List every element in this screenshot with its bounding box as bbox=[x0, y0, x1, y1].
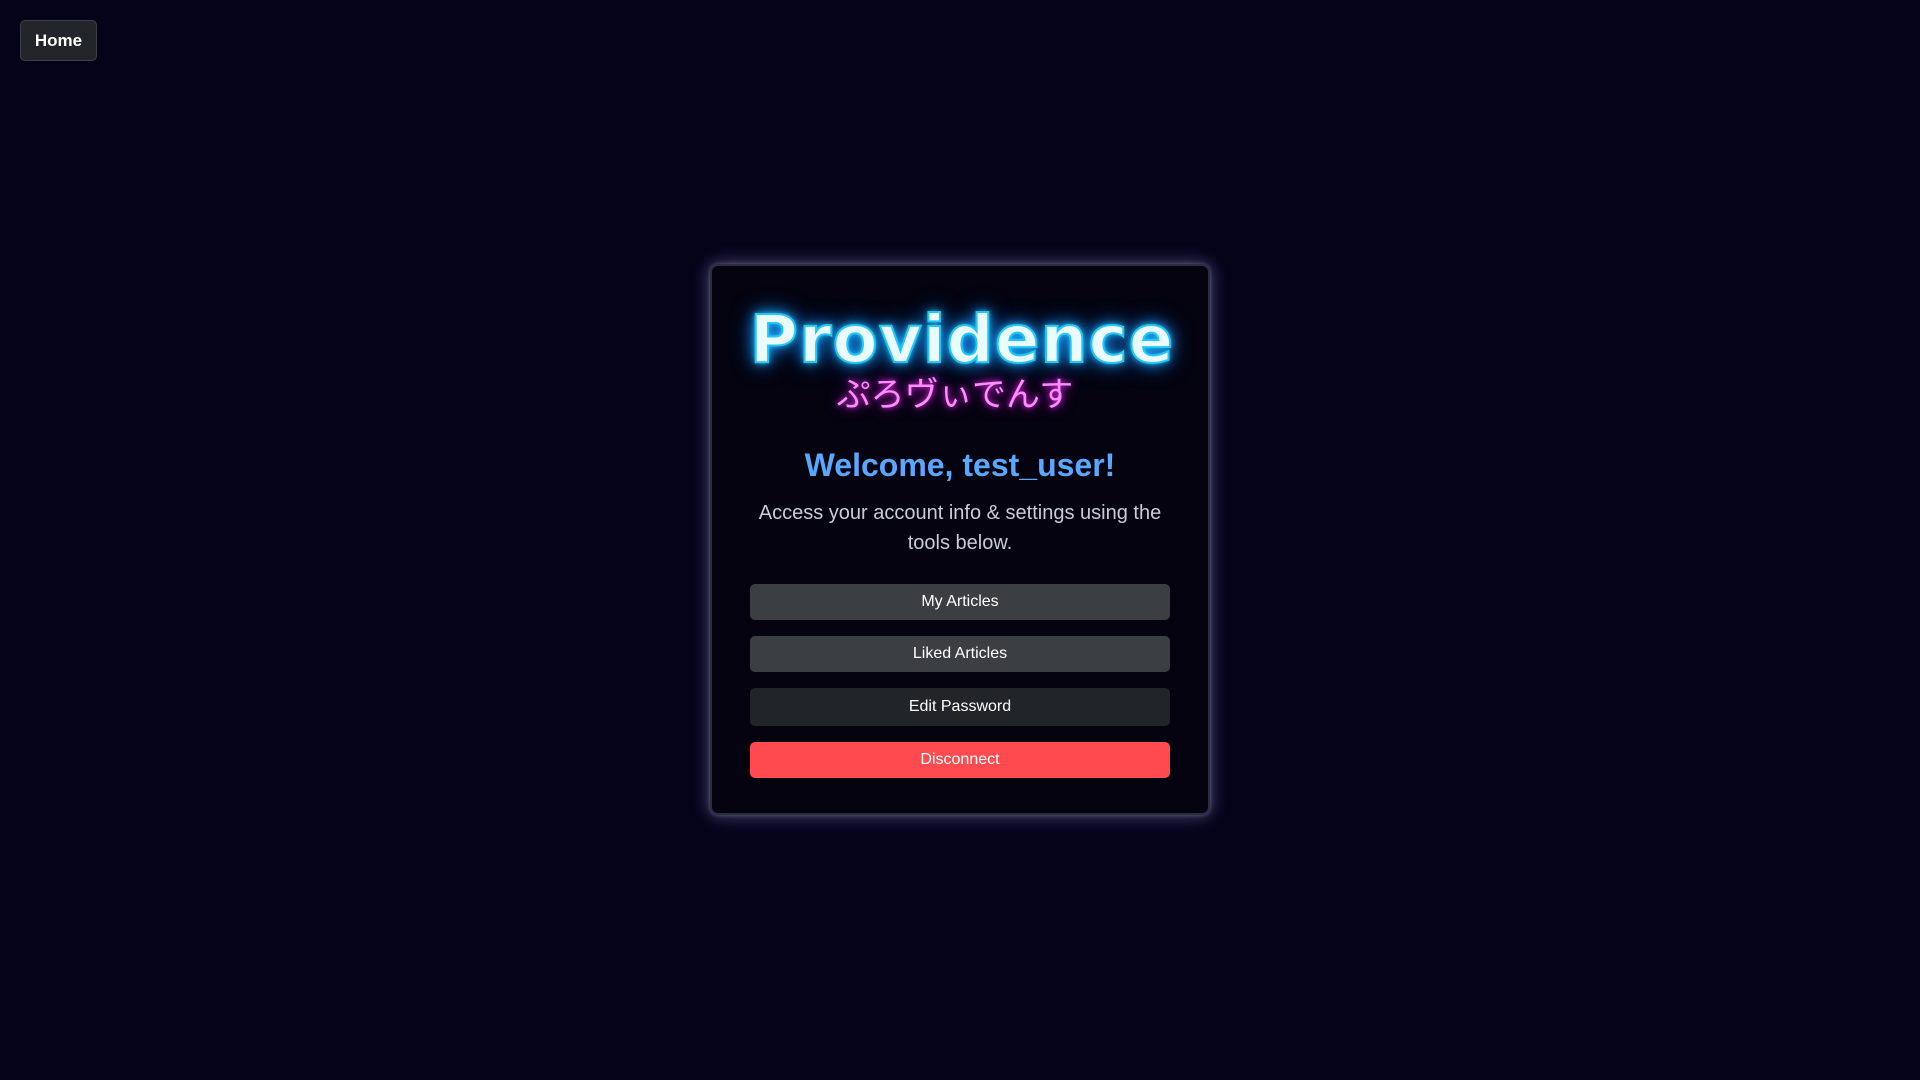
providence-logo: Providence ぷろヴぃでんす bbox=[712, 301, 1208, 415]
home-button[interactable]: Home bbox=[20, 20, 97, 61]
logo-title: Providence bbox=[749, 301, 1175, 378]
liked-articles-button[interactable]: Liked Articles bbox=[750, 636, 1170, 672]
edit-password-button[interactable]: Edit Password bbox=[750, 688, 1170, 726]
my-articles-button[interactable]: My Articles bbox=[750, 584, 1170, 620]
account-description: Access your account info & settings usin… bbox=[758, 502, 1162, 554]
welcome-heading: Welcome, test_user! bbox=[804, 447, 1116, 483]
disconnect-button[interactable]: Disconnect bbox=[750, 742, 1170, 778]
logo-subtitle: ぷろヴぃでんす bbox=[836, 375, 1074, 415]
